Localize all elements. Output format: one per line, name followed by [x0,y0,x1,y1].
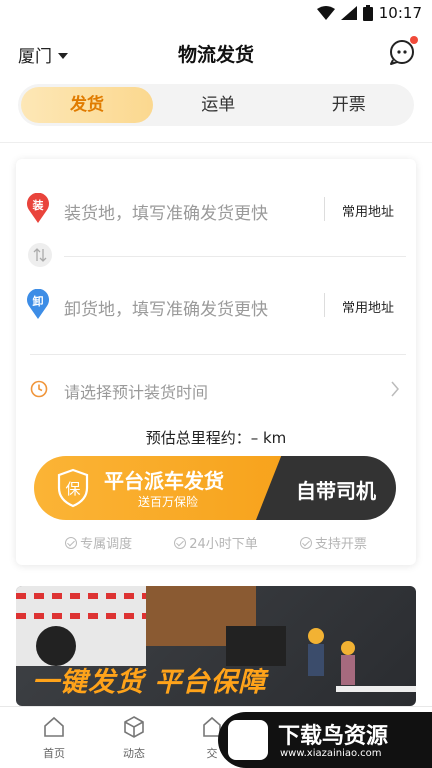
watermark: 下载鸟资源 www.xiazainiao.com [218,712,432,768]
unload-pin-icon: 卸 [27,289,49,319]
load-pin-icon: 装 [27,193,49,223]
feature-item: 24小时下单 [174,533,258,552]
separator [324,293,325,317]
check-icon [65,536,78,549]
tab-invoice[interactable]: 开票 [284,84,415,126]
watermark-url: www.xiazainiao.com [280,748,382,759]
load-pin-label: 装 [32,198,44,212]
load-time-input[interactable]: 请选择预计装货时间 [64,379,208,403]
divider [64,256,406,257]
chevron-right-icon [391,381,399,397]
nav-home[interactable]: 首页 [26,715,82,761]
dispatch-buttons: 保 平台派车发货 送百万保险 自带司机 [34,456,396,520]
check-icon [174,536,187,549]
check-icon [299,536,312,549]
home-icon [44,716,64,737]
unload-address-input[interactable]: 卸货地，填写准确发货更快 [64,295,268,320]
feature-label: 支持开票 [314,537,367,552]
header: 厦门 物流发货 [0,28,432,80]
swap-icon [33,248,47,262]
divider [30,354,406,355]
unload-common-address-button[interactable]: 常用地址 [342,297,394,316]
nav-activity[interactable]: 动态 [106,715,162,761]
separator [324,197,325,221]
wifi-icon [316,6,335,20]
insurance-label: 送百万保险 [138,495,199,509]
watermark-title: 下载鸟资源 [278,724,389,749]
signal-icon [340,6,357,20]
status-icons: 10:17 [316,4,422,22]
estimated-mileage: 预估总里程约：– km [145,429,287,447]
shipment-form-card: 装 装货地，填写准确发货更快 常用地址 卸 卸货地，填写准确发货更快 常用地址 … [16,159,416,565]
status-bar: 10:17 [0,0,432,28]
promo-banner[interactable]: 一键发货 平台保障 [16,586,416,706]
platform-dispatch-label: 平台派车发货 [104,469,224,493]
unload-pin-label: 卸 [33,294,44,308]
feature-label: 24小时下单 [189,537,258,552]
feature-item: 专属调度 [65,533,132,552]
watermark-logo-icon [228,720,268,760]
nav-activity-label: 动态 [123,747,145,760]
cube-icon [124,716,144,738]
load-address-input[interactable]: 装货地，填写准确发货更快 [64,199,268,224]
tab-ship[interactable]: 发货 [21,87,153,123]
page-title: 物流发货 [177,44,254,66]
notification-dot [410,36,418,44]
tab-bar: 发货 运单 开票 [18,84,414,126]
feature-label: 专属调度 [80,537,133,552]
shield-label: 保 [65,480,80,498]
load-common-address-button[interactable]: 常用地址 [342,201,394,220]
platform-dispatch-button[interactable]: 保 平台派车发货 送百万保险 [34,456,294,520]
tab-waybill[interactable]: 运单 [153,84,284,126]
feature-item: 支持开票 [299,533,367,552]
swap-address-button[interactable] [28,243,52,267]
status-time: 10:17 [378,4,422,22]
divider [0,142,432,143]
nav-home-label: 首页 [43,747,65,760]
load-time-row[interactable]: 请选择预计装货时间 [16,369,416,409]
banner-slogan: 一键发货 平台保障 [32,667,267,698]
load-address-row[interactable]: 装 装货地，填写准确发货更快 常用地址 [16,185,416,235]
clock-icon [30,380,48,398]
feature-list: 专属调度 24小时下单 支持开票 [16,533,416,552]
self-driver-label: 自带司机 [296,479,376,503]
unload-address-row[interactable]: 卸 卸货地，填写准确发货更快 常用地址 [16,281,416,331]
battery-icon [362,5,373,21]
shield-icon: 保 [57,468,89,508]
